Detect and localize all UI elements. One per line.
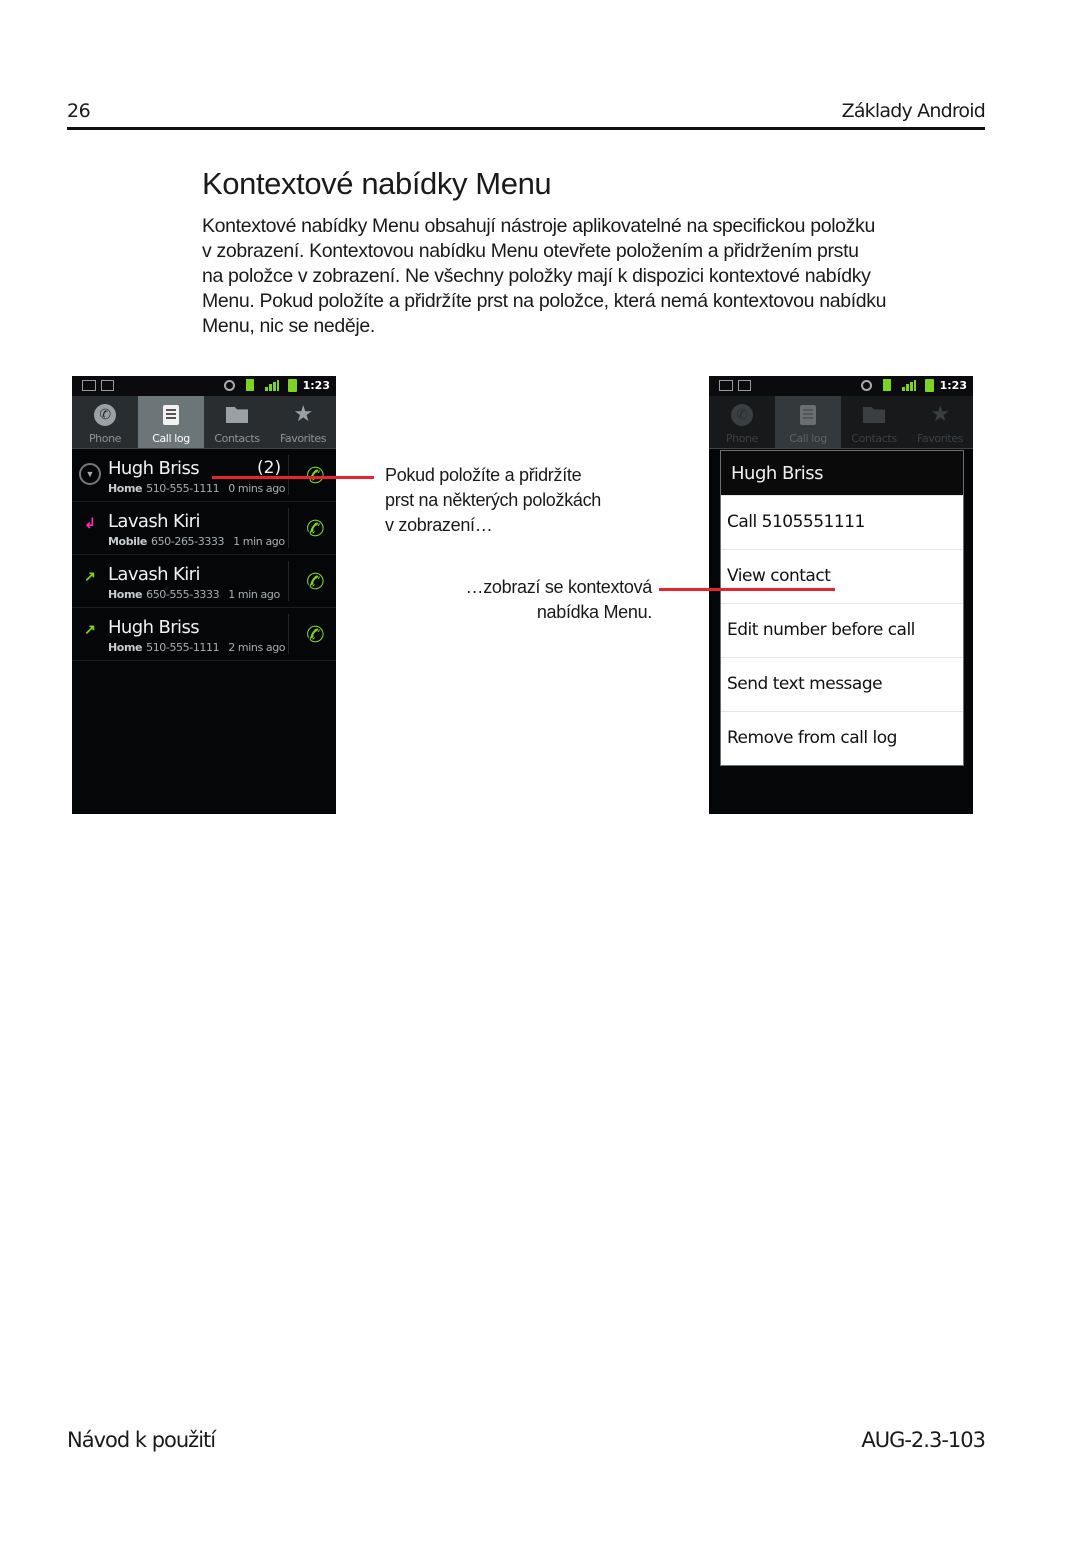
context-menu-title: Hugh Briss [721, 451, 963, 495]
battery-icon [925, 379, 934, 392]
phone-icon: ✆ [731, 404, 753, 426]
tab-label: Call log [152, 432, 190, 445]
tab-contacts[interactable]: Contacts [204, 396, 270, 448]
tab-bar: ✆ Phone Call log Contacts ★ Favorites [709, 396, 973, 449]
tab-call-log[interactable]: Call log [775, 396, 841, 448]
calendar-icon [738, 380, 751, 391]
star-icon: ★ [293, 402, 313, 427]
status-time: 1:23 [939, 379, 967, 392]
outgoing-call-icon: ↗ [84, 567, 96, 584]
status-bar: 1:23 [72, 376, 336, 396]
phone-screenshot-context-menu: 1:23 ✆ Phone Call log Contacts ★ Favorit… [709, 376, 973, 814]
3g-icon [883, 379, 891, 391]
phone-number: 650-555-3333 [146, 588, 220, 601]
tab-label: Favorites [279, 432, 327, 445]
page-number: 26 [67, 100, 91, 122]
call-log-icon [163, 405, 179, 425]
contacts-icon [863, 407, 885, 423]
signal-icon [902, 380, 916, 391]
phone-number: 510-555-1111 [146, 482, 220, 495]
tab-favorites[interactable]: ★ Favorites [907, 396, 973, 448]
paragraph-line: na položce v zobrazení. Ne všechny polož… [202, 265, 871, 287]
battery-icon [288, 379, 297, 392]
call-button-icon[interactable]: ✆ [303, 515, 326, 544]
outgoing-call-icon: ↗ [84, 620, 96, 637]
number-type: Home [108, 588, 143, 601]
number-type: Home [108, 482, 143, 495]
call-time: 1 min ago [233, 535, 285, 548]
section-paragraph: Kontextové nabídky Menu obsahují nástroj… [202, 214, 992, 339]
menu-item-view-contact[interactable]: View contact [721, 549, 963, 603]
callout-left: Pokud položíte a přidržíte prst na někte… [385, 463, 601, 538]
tab-label: Contacts [214, 432, 260, 445]
calendar-icon [101, 380, 114, 391]
status-time: 1:23 [302, 379, 330, 392]
call-time: 1 min ago [228, 588, 280, 601]
call-time: 0 mins ago [228, 482, 286, 495]
tab-call-log[interactable]: Call log [138, 396, 204, 448]
status-bar: 1:23 [709, 376, 973, 396]
call-log-row[interactable]: ↲ Lavash Kiri Mobile 650-265-3333 1 min ag… [72, 502, 336, 555]
header-rule [67, 127, 985, 130]
tab-favorites[interactable]: ★ Favorites [270, 396, 336, 448]
menu-item-edit-number[interactable]: Edit number before call [721, 603, 963, 657]
footer-doc-id: AUG-2.3-103 [861, 1428, 986, 1452]
caller-name: Hugh Briss [108, 458, 200, 479]
3g-icon [246, 379, 254, 391]
mail-icon [719, 380, 733, 391]
paragraph-line: Menu, nic se neděje. [202, 315, 375, 337]
number-type: Home [108, 641, 143, 654]
call-button-icon[interactable]: ✆ [303, 568, 326, 597]
call-log-row[interactable]: ↗ Hugh Briss Home 510-555-1111 2 mins ago … [72, 608, 336, 661]
number-type: Mobile [108, 535, 147, 548]
tab-label: Call log [789, 432, 827, 445]
context-menu: Hugh Briss Call 5105551111 View contact … [720, 450, 964, 766]
paragraph-line: Kontextové nabídky Menu obsahují nástroj… [202, 215, 875, 237]
phone-number: 510-555-1111 [146, 641, 220, 654]
phone-screenshot-call-log: 1:23 ✆ Phone Call log Contacts ★ Favorit… [72, 376, 336, 814]
callout-line: …zobrazí se kontextová [465, 577, 653, 597]
tab-phone[interactable]: ✆ Phone [709, 396, 775, 448]
caller-name: Lavash Kiri [108, 564, 200, 585]
callout-line: nabídka Menu. [536, 602, 652, 622]
phone-icon: ✆ [94, 404, 116, 426]
callout-line-right [659, 588, 835, 591]
paragraph-line: v zobrazení. Kontextovou nabídku Menu ot… [202, 240, 859, 262]
menu-item-call[interactable]: Call 5105551111 [721, 495, 963, 549]
star-icon: ★ [930, 402, 950, 427]
signal-icon [265, 380, 279, 391]
mail-icon [82, 380, 96, 391]
call-log-icon [800, 405, 816, 425]
call-log-row[interactable]: ↗ Lavash Kiri Home 650-555-3333 1 min ago … [72, 555, 336, 608]
call-count: (2) [257, 458, 282, 478]
tab-phone[interactable]: ✆ Phone [72, 396, 138, 448]
phone-number: 650-265-3333 [150, 535, 225, 548]
menu-item-remove-from-log[interactable]: Remove from call log [721, 711, 963, 765]
gps-icon [861, 380, 872, 391]
tab-label: Favorites [916, 432, 964, 445]
callout-line: v zobrazení… [385, 515, 493, 535]
running-head: Základy Android [841, 100, 986, 122]
callout-line: prst na některých položkách [385, 490, 602, 510]
paragraph-line: Menu. Pokud položíte a přidržíte prst na… [202, 290, 887, 312]
section-title: Kontextové nabídky Menu [202, 166, 552, 201]
tab-label: Phone [88, 432, 122, 445]
caller-name: Hugh Briss [108, 617, 200, 638]
contacts-icon [226, 407, 248, 423]
gps-icon [224, 380, 235, 391]
menu-item-send-text[interactable]: Send text message [721, 657, 963, 711]
call-button-icon[interactable]: ✆ [303, 621, 326, 650]
expand-icon[interactable]: ▼ [79, 463, 101, 485]
missed-call-icon: ↲ [84, 514, 96, 531]
tab-label: Contacts [851, 432, 897, 445]
callout-right: …zobrazí se kontextová nabídka Menu. [466, 575, 653, 625]
callout-line-left [212, 476, 374, 479]
caller-name: Lavash Kiri [108, 511, 200, 532]
tab-contacts[interactable]: Contacts [841, 396, 907, 448]
tab-bar: ✆ Phone Call log Contacts ★ Favorites [72, 396, 336, 449]
footer-title: Návod k použití [67, 1428, 216, 1452]
callout-line: Pokud položíte a přidržíte [385, 465, 582, 485]
call-time: 2 mins ago [228, 641, 286, 654]
tab-label: Phone [725, 432, 759, 445]
